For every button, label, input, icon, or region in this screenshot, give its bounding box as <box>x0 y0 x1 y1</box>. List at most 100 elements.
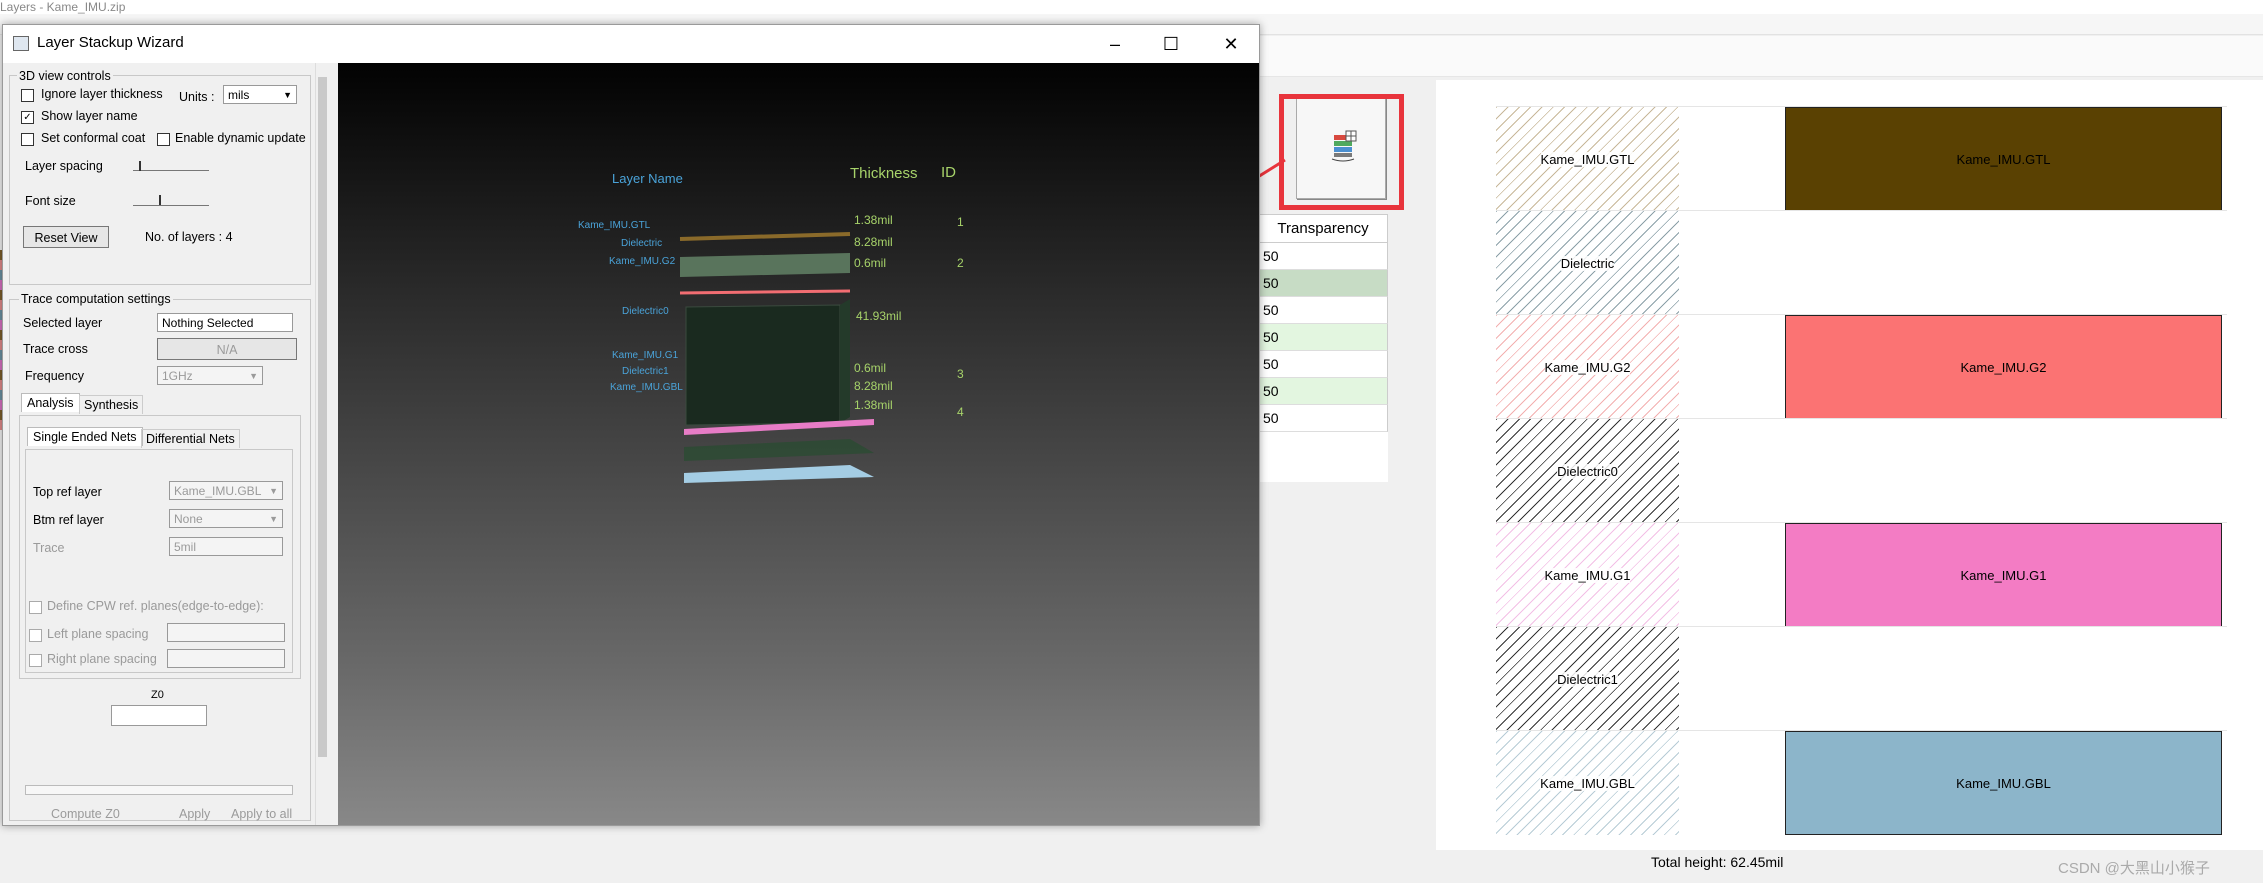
chevron-down-icon: ▼ <box>269 514 278 524</box>
controls-pane: 3D view controls Ignore layer thickness … <box>3 63 330 825</box>
tab-synthesis[interactable]: Synthesis <box>79 395 144 414</box>
layer-hatch-swatch: Kame_IMU.GTL <box>1496 107 1679 211</box>
define-cpw-checkbox[interactable] <box>29 601 42 614</box>
transparency-cell[interactable]: 50 <box>1258 378 1388 405</box>
define-cpw-label: Define CPW ref. planes(edge-to-edge): <box>47 599 264 613</box>
stackup-row[interactable]: Dielectric1 <box>1496 626 2227 731</box>
font-size-slider[interactable] <box>133 205 209 206</box>
transparency-cell[interactable]: 50 <box>1258 297 1388 324</box>
left-plane-checkbox[interactable] <box>29 629 42 642</box>
view-controls-group <box>9 75 311 285</box>
layer-color-label: Kame_IMU.G2 <box>1960 359 2047 375</box>
frequency-label: Frequency <box>25 369 85 383</box>
total-height: Total height: 62.45mil <box>1651 854 1784 870</box>
app-icon <box>13 36 29 51</box>
selected-layer-field: Nothing Selected <box>157 313 293 332</box>
apply-to-all-button[interactable]: Apply to all <box>231 807 292 821</box>
stackup-row[interactable]: Kame_IMU.G2 Kame_IMU.G2 <box>1496 314 2227 419</box>
trace-cross-button[interactable]: N/A <box>157 338 297 360</box>
view3d-layer-id: 1 <box>957 215 964 229</box>
layer-hatch-label: Kame_IMU.GBL <box>1540 775 1635 791</box>
apply-button[interactable]: Apply <box>179 807 210 821</box>
units-value: mils <box>228 88 250 102</box>
close-button[interactable]: ✕ <box>1209 31 1253 57</box>
layer-spacing-thumb[interactable] <box>139 161 141 171</box>
transparency-cell[interactable]: 50 <box>1258 243 1388 270</box>
dynamic-update-checkbox[interactable] <box>157 133 170 146</box>
layer-color-label: Kame_IMU.G1 <box>1960 567 2047 583</box>
view3d-layer-thickness: 8.28mil <box>854 379 893 393</box>
stackup-row[interactable]: Dielectric0 <box>1496 418 2227 523</box>
left-plane-field[interactable] <box>167 623 285 642</box>
layer-color-label: Kame_IMU.GTL <box>1956 151 2051 167</box>
background-toolbar <box>1258 36 2263 77</box>
reset-view-button[interactable]: Reset View <box>23 226 109 248</box>
stackup-3d-render <box>679 232 874 483</box>
right-plane-field[interactable] <box>167 649 285 668</box>
minimize-button[interactable]: – <box>1093 31 1137 57</box>
layer-stackup-wizard-window: Layer Stackup Wizard – ☐ ✕ 3D view contr… <box>2 24 1260 826</box>
font-size-label: Font size <box>25 194 76 208</box>
tab-differential-nets[interactable]: Differential Nets <box>141 429 240 448</box>
transparency-cell[interactable]: 50 <box>1258 405 1388 432</box>
chevron-down-icon: ▼ <box>249 371 258 381</box>
tab-analysis[interactable]: Analysis <box>21 393 80 412</box>
layer-hatch-label: Dielectric0 <box>1557 463 1618 479</box>
frequency-select[interactable]: 1GHz ▼ <box>157 366 263 385</box>
layer-hatch-swatch: Kame_IMU.GBL <box>1496 731 1679 835</box>
layer-color-box[interactable]: Kame_IMU.G2 <box>1785 315 2222 419</box>
trace-cross-label: Trace cross <box>23 342 88 356</box>
stackup-row[interactable]: Kame_IMU.G1 Kame_IMU.G1 <box>1496 522 2227 627</box>
layer-color-box[interactable]: Kame_IMU.GTL <box>1785 107 2222 211</box>
transparency-cell[interactable]: 50 <box>1258 324 1388 351</box>
tab-single-ended-nets[interactable]: Single Ended Nets <box>27 427 143 446</box>
chevron-down-icon: ▼ <box>269 486 278 496</box>
stackup-row[interactable]: Kame_IMU.GTL Kame_IMU.GTL <box>1496 106 2227 211</box>
view-controls-label: 3D view controls <box>17 69 113 83</box>
transparency-cell[interactable]: 50 <box>1258 270 1388 297</box>
btm-ref-select[interactable]: None ▼ <box>169 509 283 528</box>
conformal-coat-checkbox[interactable] <box>21 133 34 146</box>
units-select[interactable]: mils ▼ <box>223 85 297 104</box>
controls-scrollbar[interactable] <box>315 63 330 825</box>
stackup-preview-panel: Kame_IMU.GTL Kame_IMU.GTL Dielectric Kame_I… <box>1436 80 2263 850</box>
view3d-layer-name: Kame_IMU.G1 <box>612 350 679 361</box>
layer-hatch-label: Kame_IMU.G1 <box>1544 567 1631 583</box>
layer-spacing-label: Layer spacing <box>25 159 103 173</box>
stackup-row[interactable]: Dielectric <box>1496 210 2227 315</box>
right-plane-checkbox[interactable] <box>29 654 42 667</box>
layer-hatch-swatch: Dielectric <box>1496 211 1679 315</box>
view3d-layer-thickness: 1.38mil <box>854 398 893 412</box>
compute-z0-button[interactable]: Compute Z0 <box>51 807 120 821</box>
view3d-layer-name: Dielectric <box>621 238 663 249</box>
layer-count: No. of layers : 4 <box>145 230 233 244</box>
trace-field[interactable]: 5mil <box>169 537 283 556</box>
maximize-button[interactable]: ☐ <box>1149 31 1193 57</box>
trace-settings-label: Trace computation settings <box>19 292 173 306</box>
conformal-coat-label: Set conformal coat <box>41 131 146 145</box>
layer-color-box[interactable]: Kame_IMU.GBL <box>1785 731 2222 835</box>
trace-label: Trace <box>33 541 65 555</box>
transparency-cell[interactable]: 50 <box>1258 351 1388 378</box>
layer-hatch-label: Kame_IMU.GTL <box>1540 151 1635 167</box>
layer-hatch-swatch: Kame_IMU.G1 <box>1496 523 1679 627</box>
chevron-down-icon: ▼ <box>283 90 292 100</box>
background-titlebar <box>0 0 2263 14</box>
font-size-thumb[interactable] <box>159 195 161 205</box>
stackup-row[interactable]: Kame_IMU.GBL Kame_IMU.GBL <box>1496 730 2227 835</box>
progress-bar <box>25 785 293 795</box>
view3d-layer-id: 4 <box>957 405 964 419</box>
transparency-header: Transparency <box>1258 214 1388 243</box>
right-plane-label: Right plane spacing <box>47 652 157 666</box>
layer-color-box[interactable]: Kame_IMU.G1 <box>1785 523 2222 627</box>
layer-spacing-slider[interactable] <box>133 170 209 171</box>
z0-field <box>111 705 207 726</box>
show-layer-name-checkbox[interactable]: ✓ <box>21 111 34 124</box>
window-title: Layer Stackup Wizard <box>37 34 184 51</box>
top-ref-select[interactable]: Kame_IMU.GBL ▼ <box>169 481 283 500</box>
3d-viewport[interactable]: Layer Name Thickness ID Kame_IMU.GTL 1.38… <box>338 63 1259 825</box>
ignore-thickness-checkbox[interactable] <box>21 89 34 102</box>
units-label: Units : <box>179 90 215 104</box>
scrollbar-thumb[interactable] <box>318 77 327 757</box>
wizard-titlebar[interactable]: Layer Stackup Wizard – ☐ ✕ <box>3 25 1259 63</box>
